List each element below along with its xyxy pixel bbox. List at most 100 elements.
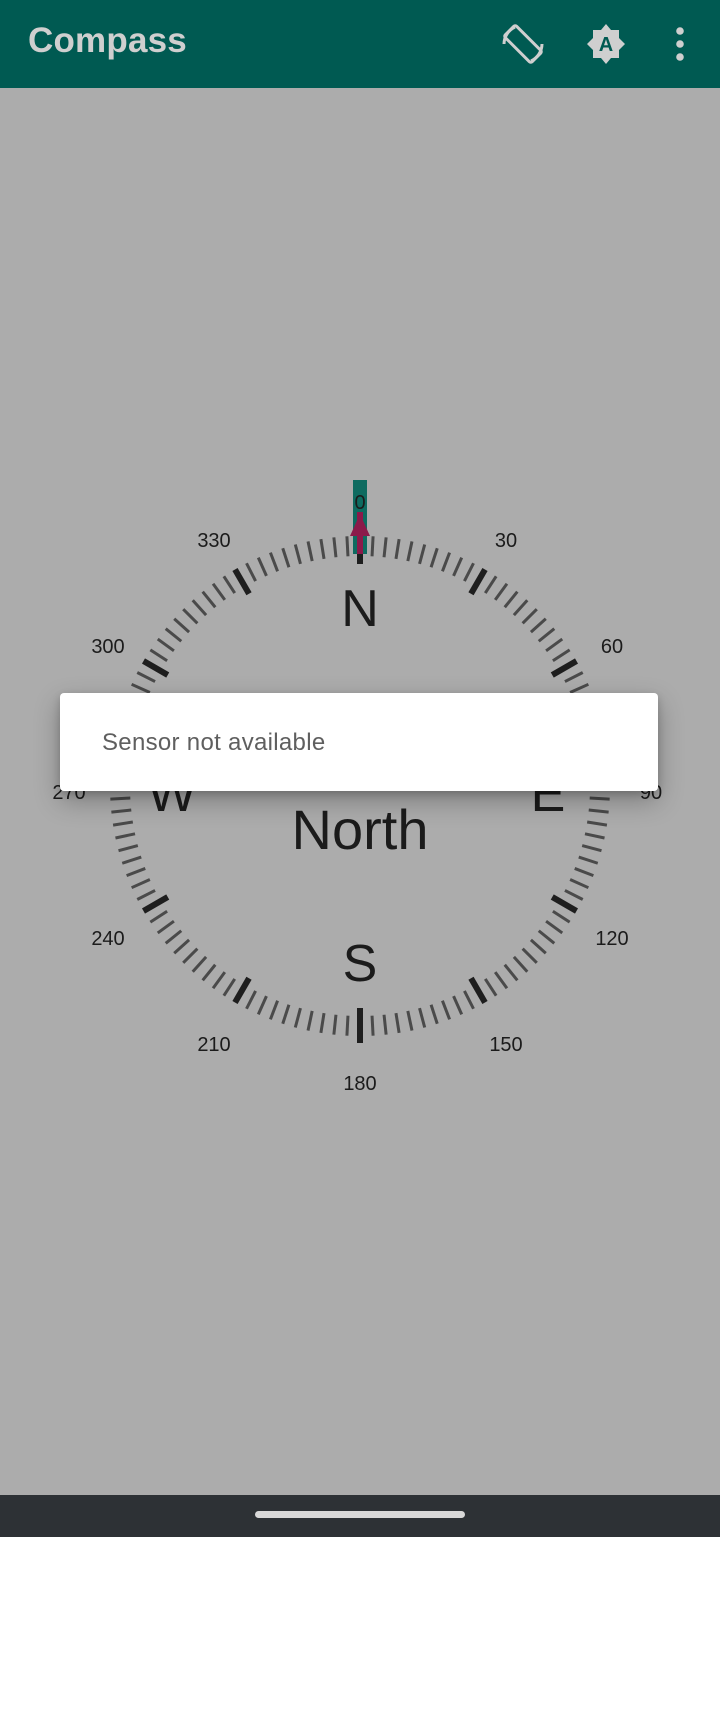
degree-label-120: 120 xyxy=(595,928,628,950)
minor-tick xyxy=(149,648,168,662)
degree-label-150: 150 xyxy=(489,1034,522,1056)
auto-brightness-icon: A xyxy=(587,24,625,64)
minor-tick xyxy=(293,544,302,565)
minor-tick xyxy=(503,963,519,982)
minor-tick xyxy=(131,878,151,890)
degree-label-330: 330 xyxy=(197,530,230,552)
minor-tick xyxy=(537,929,556,945)
major-tick xyxy=(550,658,579,678)
minor-tick xyxy=(319,1012,326,1034)
degree-label-60: 60 xyxy=(601,636,623,658)
minor-tick xyxy=(429,1004,439,1025)
degree-label-210: 210 xyxy=(197,1034,230,1056)
minor-tick xyxy=(406,541,414,562)
minor-tick xyxy=(574,867,594,877)
minor-tick xyxy=(370,1015,375,1036)
minor-tick xyxy=(581,844,602,853)
minor-tick xyxy=(564,889,584,901)
minor-tick xyxy=(463,562,475,582)
minor-tick xyxy=(569,878,589,890)
minor-tick xyxy=(545,637,564,653)
minor-tick xyxy=(173,938,191,955)
minor-tick xyxy=(394,538,401,560)
cardinal-south: S xyxy=(343,935,378,993)
minor-tick xyxy=(552,648,571,662)
minor-tick xyxy=(484,978,498,997)
minor-tick xyxy=(112,820,134,827)
minor-tick xyxy=(382,537,388,558)
minor-tick xyxy=(173,617,191,634)
sensor-dialog: Sensor not available xyxy=(60,693,658,791)
minor-tick xyxy=(201,963,217,982)
minor-tick xyxy=(306,1010,314,1031)
minor-tick xyxy=(578,855,599,865)
minor-tick xyxy=(394,1012,401,1034)
minor-tick xyxy=(136,671,156,683)
minor-tick xyxy=(589,796,610,801)
minor-tick xyxy=(521,608,538,625)
major-tick xyxy=(141,658,170,678)
cardinal-north: N xyxy=(341,580,379,638)
minor-tick xyxy=(281,547,291,568)
minor-tick xyxy=(149,910,168,924)
degree-label-180: 180 xyxy=(343,1073,376,1095)
minor-tick xyxy=(512,955,529,973)
minor-tick xyxy=(521,947,538,964)
degree-label-30: 30 xyxy=(495,530,517,552)
dialog-message: Sensor not available xyxy=(102,729,326,756)
minor-tick xyxy=(306,541,314,562)
minor-tick xyxy=(552,910,571,924)
minor-tick xyxy=(345,536,350,557)
minor-tick xyxy=(110,796,131,801)
app-bar: Compass A xyxy=(0,0,720,88)
minor-tick xyxy=(463,990,475,1010)
minor-tick xyxy=(537,627,556,643)
system-nav-bar xyxy=(0,1495,720,1537)
minor-tick xyxy=(529,617,547,634)
minor-tick xyxy=(484,575,498,594)
degree-label-240: 240 xyxy=(91,928,124,950)
degree-label-0: 0 xyxy=(354,492,365,514)
minor-tick xyxy=(503,590,519,609)
degree-label-300: 300 xyxy=(91,636,124,658)
minor-tick xyxy=(164,627,183,643)
minor-tick xyxy=(211,582,227,601)
heading-direction-text: North xyxy=(292,798,429,861)
minor-tick xyxy=(245,562,257,582)
minor-tick xyxy=(136,889,156,901)
major-tick xyxy=(141,894,170,914)
minor-tick xyxy=(382,1014,388,1035)
minor-tick xyxy=(222,575,236,594)
compass-screen: 0 30 60 90 120 150 180 210 240 270 300 3… xyxy=(0,88,720,1495)
minor-tick xyxy=(584,832,605,840)
minor-tick xyxy=(418,1007,427,1028)
minor-tick xyxy=(211,971,227,990)
minor-tick xyxy=(281,1004,291,1025)
major-tick xyxy=(468,976,488,1005)
minor-tick xyxy=(156,919,175,935)
minor-tick xyxy=(118,844,139,853)
minor-tick xyxy=(126,867,146,877)
minor-tick xyxy=(493,971,509,990)
screen-rotation-button[interactable] xyxy=(497,18,549,70)
more-vert-icon xyxy=(676,27,684,61)
home-gesture-handle[interactable] xyxy=(255,1511,465,1518)
minor-tick xyxy=(588,808,609,814)
minor-tick xyxy=(115,832,136,840)
minor-tick xyxy=(441,1000,451,1020)
auto-brightness-button[interactable]: A xyxy=(580,18,632,70)
bottom-blank-area xyxy=(0,1537,720,1712)
more-options-button[interactable] xyxy=(654,18,706,70)
minor-tick xyxy=(182,947,199,964)
minor-tick xyxy=(429,547,439,568)
minor-tick xyxy=(564,671,584,683)
minor-tick xyxy=(332,1014,338,1035)
compass-dial: 0 30 60 90 120 150 180 210 240 270 300 3… xyxy=(52,480,662,1095)
minor-tick xyxy=(452,995,464,1015)
minor-tick xyxy=(201,590,217,609)
app-title: Compass xyxy=(28,21,187,60)
minor-tick xyxy=(452,557,464,577)
minor-tick xyxy=(512,599,529,617)
minor-tick xyxy=(441,552,451,572)
minor-tick xyxy=(545,919,564,935)
